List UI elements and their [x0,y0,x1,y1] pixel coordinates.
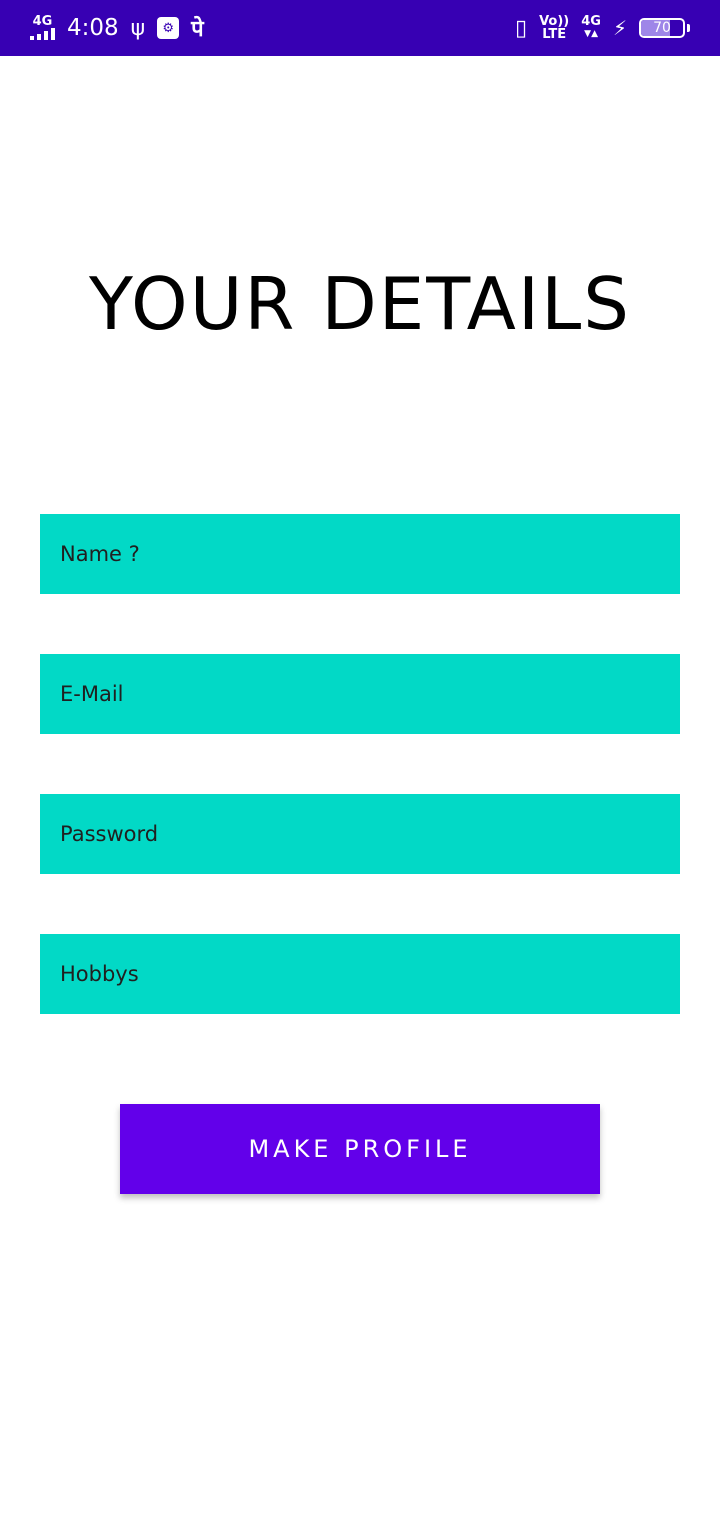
name-field[interactable]: Name ? [40,514,680,594]
data-arrows-icon: ▼▲ [584,29,599,39]
password-field[interactable]: Password [40,794,680,874]
network-type-right: 4G [581,14,601,29]
usb-icon: ψ [130,15,146,41]
status-bar-left: 4G 4:08 ψ ⚙ पे [30,13,204,43]
battery-icon: 70 [639,18,685,38]
signal-bars [30,28,55,40]
status-bar: 4G 4:08 ψ ⚙ पे ▯ Vo)) LTE 4G ▼▲ ⚡ 70 [0,0,720,56]
cell-signal-icon: 4G [30,14,55,40]
status-bar-right: ▯ Vo)) LTE 4G ▼▲ ⚡ 70 [515,15,690,41]
charging-bolt-icon: ⚡ [612,16,627,40]
vibrate-icon: ▯ [514,15,528,41]
battery-level: 70 [653,20,671,36]
usb-debug-icon: ⚙ [157,17,180,39]
clock-time: 4:08 [67,15,119,41]
volte-bottom: LTE [542,27,567,42]
notification-pe-icon: पे [191,17,204,42]
volte-icon: Vo)) LTE [539,15,569,41]
make-profile-button[interactable]: MAKE PROFILE [120,1104,600,1194]
hobbys-field[interactable]: Hobbys [40,934,680,1014]
network-type-left: 4G [32,14,53,29]
data-network-icon: 4G ▼▲ [581,14,601,40]
battery-cap [687,24,690,32]
email-field[interactable]: E-Mail [40,654,680,734]
page-title: YOUR DETAILS [89,262,631,346]
